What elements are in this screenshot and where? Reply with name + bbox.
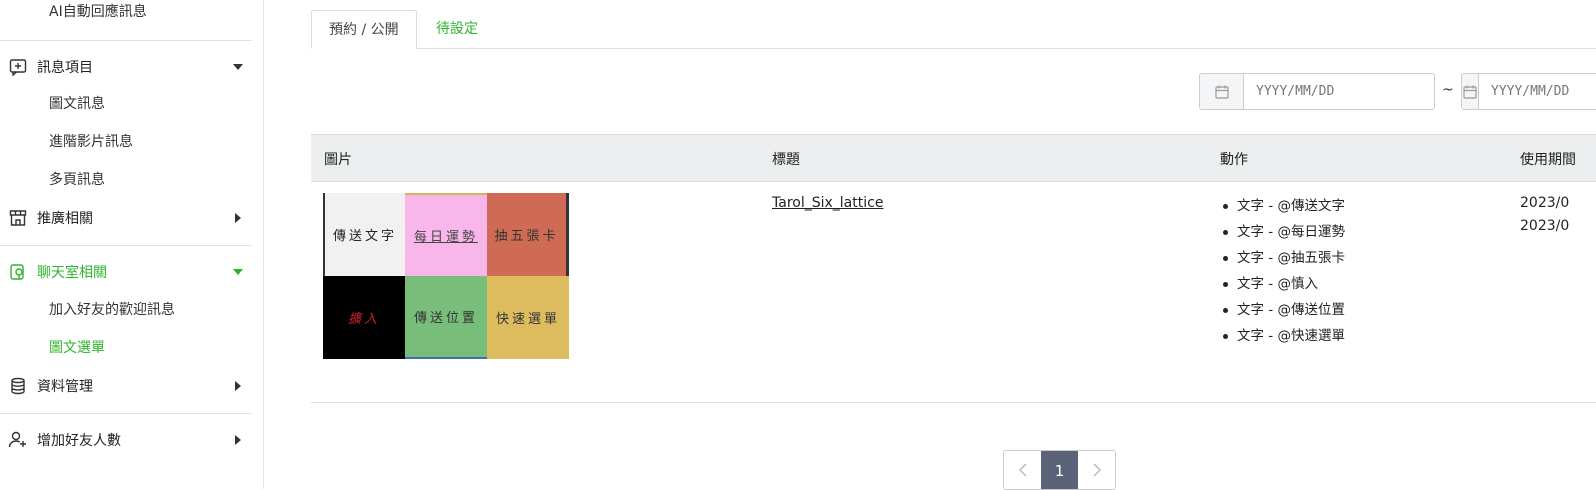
sidebar-item-label: 增加好友人數: [37, 433, 121, 449]
page-button-current[interactable]: 1: [1041, 451, 1078, 489]
table-header: 圖片 標題 動作 使用期間: [311, 134, 1596, 182]
store-icon: [8, 208, 28, 228]
start-date-input[interactable]: [1244, 74, 1434, 109]
list-item: 文字 - @抽五張卡: [1220, 245, 1345, 271]
tab-scheduled-public[interactable]: 預約 / 公開: [311, 10, 417, 49]
user-plus-icon: [8, 430, 28, 450]
list-item: 文字 - @慎入: [1220, 271, 1345, 297]
period-end: 2023/0: [1520, 218, 1570, 234]
caret-right-icon: [232, 434, 244, 446]
database-icon: [8, 376, 28, 396]
thumb-cell: 傳送位置: [405, 276, 487, 359]
sidebar-item-label: 訊息項目: [37, 60, 93, 76]
calendar-icon: [1200, 74, 1244, 109]
rich-menu-thumbnail[interactable]: 傳送文字 每日運勢 抽五張卡 擴入 傳送位置 快速選單: [323, 193, 569, 359]
chevron-left-icon: [1018, 462, 1027, 481]
thumb-cell: 傳送文字: [323, 193, 405, 276]
sidebar-subitem-welcome-message[interactable]: 加入好友的歡迎訊息: [49, 300, 175, 320]
pagination: 1: [1003, 450, 1116, 490]
sidebar-divider: [0, 245, 252, 246]
list-item: 文字 - @快速選單: [1220, 323, 1345, 349]
tab-bar: 預約 / 公開 待設定: [311, 10, 1596, 49]
next-page-button[interactable]: [1078, 451, 1115, 489]
chat-room-icon: [8, 262, 28, 282]
end-date-picker[interactable]: [1461, 73, 1596, 110]
sidebar-divider: [0, 40, 252, 41]
sidebar-subitem-rich-message[interactable]: 圖文訊息: [49, 94, 105, 114]
sidebar-subitem-rich-menu[interactable]: 圖文選單: [49, 338, 105, 358]
prev-page-button[interactable]: [1004, 451, 1041, 489]
sidebar-subitem-carousel-message[interactable]: 多頁訊息: [49, 170, 105, 190]
sidebar-item-data-management[interactable]: 資料管理: [8, 374, 244, 398]
caret-right-icon: [232, 380, 244, 392]
list-item: 文字 - @傳送文字: [1220, 193, 1345, 219]
column-header-actions: 動作: [1220, 152, 1248, 168]
sidebar-item-promotion[interactable]: 推廣相關: [8, 206, 244, 230]
sidebar-subitem-video-message[interactable]: 進階影片訊息: [49, 132, 133, 152]
caret-down-icon: [232, 61, 244, 73]
tab-pending[interactable]: 待設定: [419, 10, 495, 49]
thumb-cell: 擴入: [323, 276, 405, 359]
thumb-cell: 抽五張卡: [487, 193, 569, 276]
row-divider: [311, 402, 1596, 403]
column-header-image: 圖片: [324, 152, 352, 168]
calendar-icon: [1462, 74, 1479, 109]
period-start: 2023/0: [1520, 195, 1570, 211]
row-title-link[interactable]: Tarol_Six_lattice: [772, 195, 883, 211]
sidebar-divider: [0, 413, 252, 414]
caret-right-icon: [232, 212, 244, 224]
sidebar: AI自動回應訊息 訊息項目 圖文訊息 進階影片訊息 多頁訊息 推廣相關 聊天室相…: [0, 0, 264, 489]
date-range-separator: ~: [1442, 82, 1454, 98]
sidebar-item-ai-auto-reply[interactable]: AI自動回應訊息: [49, 2, 147, 22]
row-actions-list: 文字 - @傳送文字 文字 - @每日運勢 文字 - @抽五張卡 文字 - @慎…: [1220, 193, 1345, 349]
sidebar-item-add-friends[interactable]: 增加好友人數: [8, 428, 244, 452]
thumb-cell: 快速選單: [487, 276, 569, 359]
start-date-picker[interactable]: [1199, 73, 1435, 110]
chevron-right-icon: [1092, 462, 1101, 481]
caret-down-icon: [232, 266, 244, 278]
sidebar-item-label: 資料管理: [37, 379, 93, 395]
message-plus-icon: [8, 57, 28, 77]
list-item: 文字 - @每日運勢: [1220, 219, 1345, 245]
column-header-period: 使用期間: [1520, 152, 1576, 168]
sidebar-item-label: 推廣相關: [37, 211, 93, 227]
thumb-cell: 每日運勢: [405, 193, 487, 276]
sidebar-item-chatroom[interactable]: 聊天室相關: [8, 260, 244, 284]
list-item: 文字 - @傳送位置: [1220, 297, 1345, 323]
end-date-input[interactable]: [1479, 74, 1596, 109]
column-header-title: 標題: [772, 152, 800, 168]
sidebar-item-label: 聊天室相關: [37, 265, 107, 281]
sidebar-item-messages[interactable]: 訊息項目: [8, 55, 244, 79]
